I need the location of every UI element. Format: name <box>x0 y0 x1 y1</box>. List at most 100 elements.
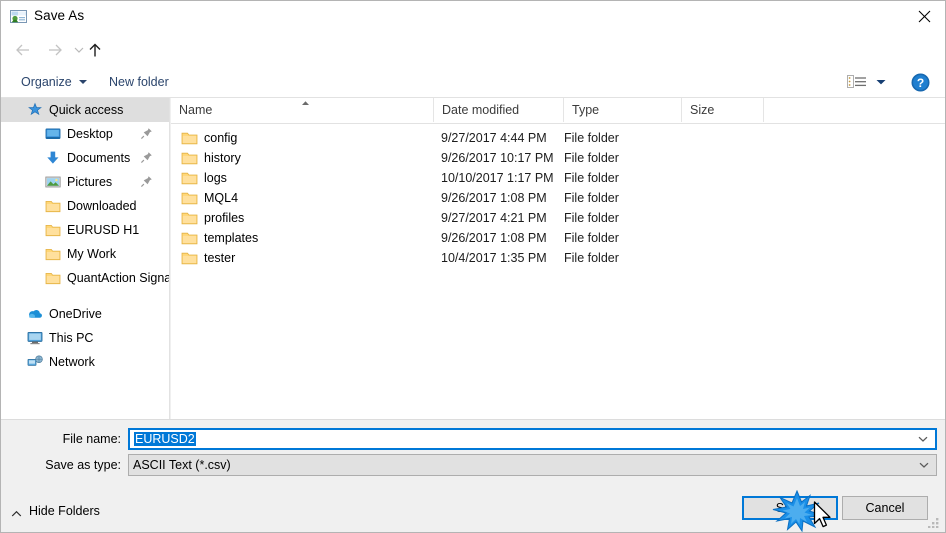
title-bar: Save As <box>1 1 945 32</box>
desktop-icon <box>45 126 61 142</box>
file-date: 9/26/2017 1:08 PM <box>441 191 547 205</box>
command-bar: Organize New folder ? <box>1 67 945 98</box>
file-list-pane: Name Date modified Type Size config 9/27… <box>171 98 945 419</box>
forward-button[interactable] <box>43 38 67 62</box>
column-headers: Name Date modified Type Size <box>171 98 945 124</box>
table-row[interactable]: config 9/27/2017 4:44 PM File folder <box>171 129 945 149</box>
cancel-button-label: Cancel <box>865 501 905 515</box>
file-rows: config 9/27/2017 4:44 PM File folder his… <box>171 129 945 269</box>
resize-grip[interactable] <box>927 514 941 529</box>
sidebar-item-quick-access[interactable]: Quick access <box>1 98 169 122</box>
back-button[interactable] <box>11 38 35 62</box>
close-icon <box>918 10 930 22</box>
pin-icon[interactable] <box>140 127 153 140</box>
sidebar-item-label: EURUSD H1 <box>67 223 140 237</box>
save-as-dialog: Save As Organize New folder ? Quick acce… <box>0 0 946 533</box>
window-title: Save As <box>34 8 85 23</box>
table-row[interactable]: profiles 9/27/2017 4:21 PM File folder <box>171 209 945 229</box>
sidebar-item-label: Documents <box>67 151 131 165</box>
save-button[interactable]: Save <box>742 496 838 520</box>
file-name-label: File name: <box>62 432 121 446</box>
sidebar-item-documents[interactable]: Documents <box>1 146 169 170</box>
pictures-icon <box>45 174 61 190</box>
sidebar-item-downloaded[interactable]: Downloaded <box>1 194 169 218</box>
column-header-label: Type <box>572 103 600 117</box>
folder-icon <box>181 251 198 266</box>
column-header-label: Date modified <box>442 103 520 117</box>
sidebar-item-label: Pictures <box>67 175 113 189</box>
sidebar-item-label: Downloaded <box>67 199 137 213</box>
organize-label: Organize <box>21 75 72 89</box>
sidebar-item-desktop[interactable]: Desktop <box>1 122 169 146</box>
file-name-value[interactable]: EURUSD2 <box>130 432 911 446</box>
hide-folders-button[interactable]: Hide Folders <box>11 501 100 521</box>
column-header-size[interactable]: Size <box>681 98 763 122</box>
pin-icon[interactable] <box>140 175 153 188</box>
onedrive-cloud-icon <box>27 306 43 322</box>
folder-icon <box>181 171 198 186</box>
sidebar-item-onedrive[interactable]: OneDrive <box>1 302 169 326</box>
sidebar-item-label: QuantAction Signal <box>67 271 170 285</box>
sidebar-item-pictures[interactable]: Pictures <box>1 170 169 194</box>
table-row[interactable]: templates 9/26/2017 1:08 PM File folder <box>171 229 945 249</box>
folder-icon <box>181 231 198 246</box>
pin-icon[interactable] <box>140 151 153 164</box>
file-name: templates <box>204 231 259 245</box>
save-as-icon <box>10 8 27 25</box>
table-row[interactable]: logs 10/10/2017 1:17 PM File folder <box>171 169 945 189</box>
file-date: 10/10/2017 1:17 PM <box>441 171 554 185</box>
save-as-type-dropdown-button[interactable] <box>912 455 936 475</box>
file-type: File folder <box>564 171 619 185</box>
file-name: MQL4 <box>204 191 239 205</box>
navigation-pane: Quick access Desktop Documents Pictures … <box>1 98 170 419</box>
column-header-name[interactable]: Name <box>171 98 433 122</box>
table-row[interactable]: tester 10/4/2017 1:35 PM File folder <box>171 249 945 269</box>
close-button[interactable] <box>901 1 945 31</box>
save-as-type-select[interactable]: ASCII Text (*.csv) <box>128 454 937 476</box>
sidebar-item-quantaction-signal[interactable]: QuantAction Signal <box>1 266 169 290</box>
sidebar-item-eurusd-h1[interactable]: EURUSD H1 <box>1 218 169 242</box>
column-header-date-modified[interactable]: Date modified <box>433 98 563 122</box>
table-row[interactable]: MQL4 9/26/2017 1:08 PM File folder <box>171 189 945 209</box>
cancel-button[interactable]: Cancel <box>842 496 928 520</box>
chevron-down-icon <box>918 436 928 442</box>
new-folder-button[interactable]: New folder <box>101 67 177 97</box>
file-name: logs <box>204 171 227 185</box>
file-name: profiles <box>204 211 245 225</box>
star-pin-icon <box>27 102 43 118</box>
file-name-input[interactable]: EURUSD2 <box>128 428 937 450</box>
file-type: File folder <box>564 211 619 225</box>
sidebar-item-my-work[interactable]: My Work <box>1 242 169 266</box>
file-name-dropdown-button[interactable] <box>911 429 935 449</box>
column-header-filler <box>763 98 945 122</box>
file-type: File folder <box>564 191 619 205</box>
sidebar-item-label: Quick access <box>49 103 124 117</box>
file-type: File folder <box>564 251 619 265</box>
chevron-down-icon <box>78 80 87 84</box>
file-type: File folder <box>564 151 619 165</box>
table-row[interactable]: history 9/26/2017 10:17 PM File folder <box>171 149 945 169</box>
help-icon: ? <box>911 73 930 92</box>
help-button[interactable]: ? <box>911 73 930 92</box>
navigation-bar: « Roaming › MetaQuotes › Terminal › 9155… <box>1 32 945 92</box>
organize-button[interactable]: Organize <box>13 67 95 97</box>
file-name-selected-text: EURUSD2 <box>134 432 196 446</box>
file-type: File folder <box>564 131 619 145</box>
column-header-type[interactable]: Type <box>563 98 681 122</box>
svg-text:?: ? <box>917 76 924 90</box>
up-button[interactable] <box>83 38 107 62</box>
file-date: 10/4/2017 1:35 PM <box>441 251 547 265</box>
folder-icon <box>181 151 198 166</box>
file-date: 9/27/2017 4:21 PM <box>441 211 547 225</box>
folder-icon <box>181 191 198 206</box>
sidebar-item-network[interactable]: Network <box>1 350 169 374</box>
documents-download-icon <box>45 150 61 166</box>
folder-icon <box>45 222 61 238</box>
up-arrow-icon <box>89 43 101 56</box>
file-name: config <box>204 131 238 145</box>
view-list-icon <box>847 75 866 88</box>
view-mode-button[interactable] <box>847 71 891 93</box>
file-date: 9/26/2017 10:17 PM <box>441 151 554 165</box>
sidebar-item-this-pc[interactable]: This PC <box>1 326 169 350</box>
this-pc-icon <box>27 330 43 346</box>
